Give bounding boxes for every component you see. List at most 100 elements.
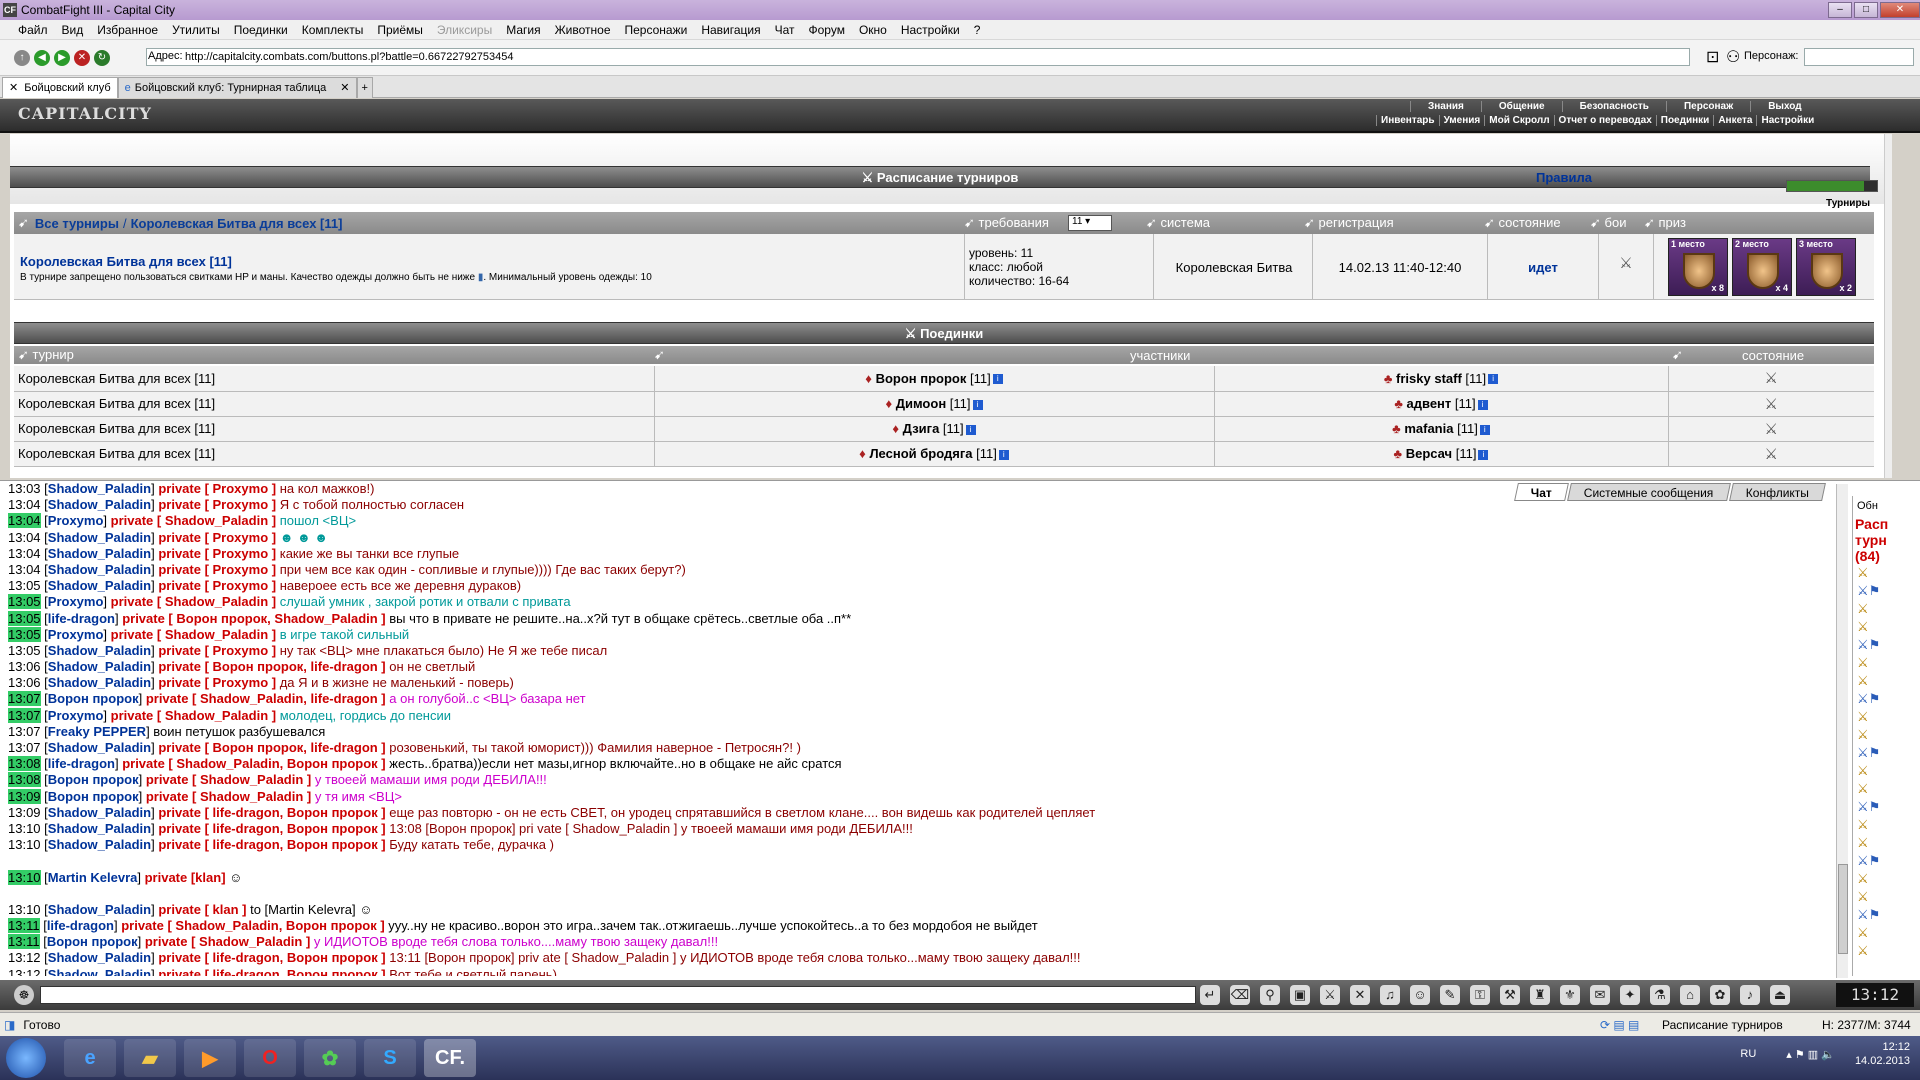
chat-time[interactable]: 13:11 [8, 918, 40, 934]
chat-time[interactable]: 13:04 [8, 530, 41, 545]
menu-utilities[interactable]: Утилиты [165, 20, 227, 40]
nav-knowledge[interactable]: Знания [1410, 101, 1481, 112]
chat-nick[interactable]: Shadow_Paladin [48, 530, 151, 545]
lang-indicator[interactable]: RU [1740, 1048, 1756, 1060]
fight-participant-1[interactable]: ♦ Димоон [11] i [654, 391, 1215, 416]
chat-nick[interactable]: Ворон пророк [48, 789, 139, 804]
chat-private[interactable]: private [ Shadow_Paladin ] [145, 934, 310, 949]
chat-nick[interactable]: Shadow_Paladin [48, 950, 151, 965]
lock-icon[interactable]: ⚿ [1470, 985, 1490, 1005]
smiley-icon[interactable]: ☺ [1410, 985, 1430, 1005]
horn-icon[interactable]: ♪ [1740, 985, 1760, 1005]
rules-link[interactable]: Правила [1536, 170, 1592, 185]
nav-my-scroll[interactable]: Мой Скролл [1484, 115, 1553, 126]
level-select[interactable]: 11 ▾ [1068, 215, 1112, 231]
chat-private[interactable]: private [ Shadow_Paladin ] [111, 627, 276, 642]
menu-favorites[interactable]: Избранное [90, 20, 165, 40]
save-icon[interactable]: ▣ [1290, 985, 1310, 1005]
chat-time[interactable]: 13:07 [8, 691, 41, 707]
menu-techniques[interactable]: Приёмы [370, 20, 430, 40]
fight-entry-icon[interactable]: ⚔ [1857, 564, 1908, 582]
info-icon[interactable]: i [972, 399, 983, 410]
house-icon[interactable]: ⌂ [1680, 985, 1700, 1005]
chat-time[interactable]: 13:10 [8, 837, 41, 852]
breadcrumb-current[interactable]: Королевская Битва для всех [11] [131, 216, 343, 231]
fight-entry-icon[interactable]: ⚔ [1857, 600, 1908, 618]
chat-private[interactable]: private [ Ворон пророк, life-dragon ] [158, 740, 385, 755]
nav-settings[interactable]: Настройки [1756, 115, 1818, 126]
fight-entry-icon[interactable]: ⚔⚑ [1857, 636, 1908, 654]
chat-nick[interactable]: Ворон пророк [48, 772, 139, 787]
chat-private[interactable]: private [ Shadow_Paladin ] [146, 789, 311, 804]
folder-taskbar-icon[interactable]: ▰ [124, 1039, 176, 1077]
fight-participant-1[interactable]: ♦ Лесной бродяга [11] i [654, 441, 1215, 466]
menu-forum[interactable]: Форум [802, 20, 852, 40]
nav-transfer-report[interactable]: Отчет о переводах [1553, 115, 1656, 126]
menu-animal[interactable]: Животное [548, 20, 618, 40]
chat-nick[interactable]: Shadow_Paladin [48, 837, 151, 852]
chat-time[interactable]: 13:08 [8, 756, 41, 772]
tab-fight-club[interactable]: ✕ Бойцовский клуб [2, 76, 118, 98]
fight-participant-1[interactable]: ♦ Дзига [11] i [654, 416, 1215, 441]
chat-private[interactable]: private [ Ворон пророк, Shadow_Paladin ] [122, 611, 385, 626]
chat-private[interactable]: private [ Shadow_Paladin ] [146, 772, 311, 787]
chat-input[interactable] [40, 986, 1196, 1004]
chat-private[interactable]: private [ Proxymo ] [158, 643, 276, 658]
crossed-swords-icon[interactable]: ⚔ [1765, 370, 1778, 387]
fight-participant-2[interactable]: ♣ адвент [11] i [1214, 391, 1669, 416]
chat-time[interactable]: 13:06 [8, 675, 41, 690]
filter-icon[interactable]: ⚲ [1260, 985, 1280, 1005]
tab-close-icon[interactable]: ✕ [9, 81, 18, 94]
fight-entry-icon[interactable]: ⚔ [1857, 942, 1908, 960]
tournaments-link[interactable]: Турниры [1826, 198, 1870, 209]
chat-nick[interactable]: Shadow_Paladin [48, 659, 151, 674]
chat-private[interactable]: private [ Shadow_Paladin ] [111, 708, 276, 723]
nav-security[interactable]: Безопасность [1561, 101, 1666, 112]
forward-icon[interactable]: ▶ [54, 49, 70, 66]
prize-1[interactable]: 1 место x 8 [1668, 238, 1728, 296]
chat-nick[interactable]: Shadow_Paladin [48, 740, 151, 755]
chat-time[interactable]: 13:10 [8, 902, 41, 917]
tray-clock[interactable]: 12:12 14.02.2013 [1855, 1040, 1910, 1068]
fight-entry-icon[interactable]: ⚔ [1857, 672, 1908, 690]
refresh-link[interactable]: Обн [1853, 496, 1908, 516]
opera-taskbar-icon[interactable]: O [244, 1039, 296, 1077]
chat-private[interactable]: private [ Shadow_Paladin ] [111, 513, 276, 528]
chat-nick[interactable]: Freaky PEPPER [48, 724, 146, 739]
menu-fights[interactable]: Поединки [227, 20, 295, 40]
fight-entry-icon[interactable]: ⚔ [1857, 654, 1908, 672]
close-button[interactable]: ✕ [1880, 2, 1920, 18]
fight-entry-icon[interactable]: ⚔⚑ [1857, 582, 1908, 600]
chat-scrollbar[interactable] [1836, 484, 1848, 978]
fight-entry-icon[interactable]: ⚔ [1857, 708, 1908, 726]
chat-time[interactable]: 13:05 [8, 610, 41, 626]
fight-entry-icon[interactable]: ⚔⚑ [1857, 798, 1908, 816]
menu-characters[interactable]: Персонажи [618, 20, 695, 40]
chat-nick[interactable]: Shadow_Paladin [48, 643, 151, 658]
battle-icon[interactable]: ✕ [1350, 985, 1370, 1005]
content-scrollbar[interactable] [1884, 134, 1892, 478]
nav-skills[interactable]: Умения [1438, 115, 1485, 126]
sound-icon[interactable]: ♫ [1380, 985, 1400, 1005]
crossed-swords-icon[interactable]: ⚔ [1619, 255, 1632, 272]
menu-chat[interactable]: Чат [768, 20, 802, 40]
address-input[interactable]: http://capitalcity.combats.com/buttons.p… [146, 48, 1690, 66]
chat-time[interactable]: 13:09 [8, 788, 41, 804]
maximize-button[interactable]: □ [1854, 2, 1878, 18]
icq-taskbar-icon[interactable]: ✿ [304, 1039, 356, 1077]
magic-icon[interactable]: ✦ [1620, 985, 1640, 1005]
fights-cell[interactable]: ⚔ [1598, 234, 1654, 300]
fight-state[interactable]: ⚔ [1668, 416, 1874, 441]
pin-icon[interactable]: ↑ [14, 49, 30, 66]
menu-elixirs[interactable]: Эликсиры [430, 20, 499, 40]
fight-state[interactable]: ⚔ [1668, 441, 1874, 466]
info-icon[interactable]: i [1478, 449, 1489, 460]
gold-icon[interactable]: ⚜ [1560, 985, 1580, 1005]
chat-nick[interactable]: Ворон пророк [47, 934, 138, 949]
fight-entry-icon[interactable]: ⚔ [1857, 780, 1908, 798]
potion-icon[interactable]: ⚗ [1650, 985, 1670, 1005]
state-cell[interactable]: идет [1488, 260, 1598, 275]
menu-help[interactable]: ? [967, 20, 988, 40]
nav-communication[interactable]: Общение [1480, 101, 1562, 112]
chat-nick[interactable]: life-dragon [48, 756, 115, 771]
